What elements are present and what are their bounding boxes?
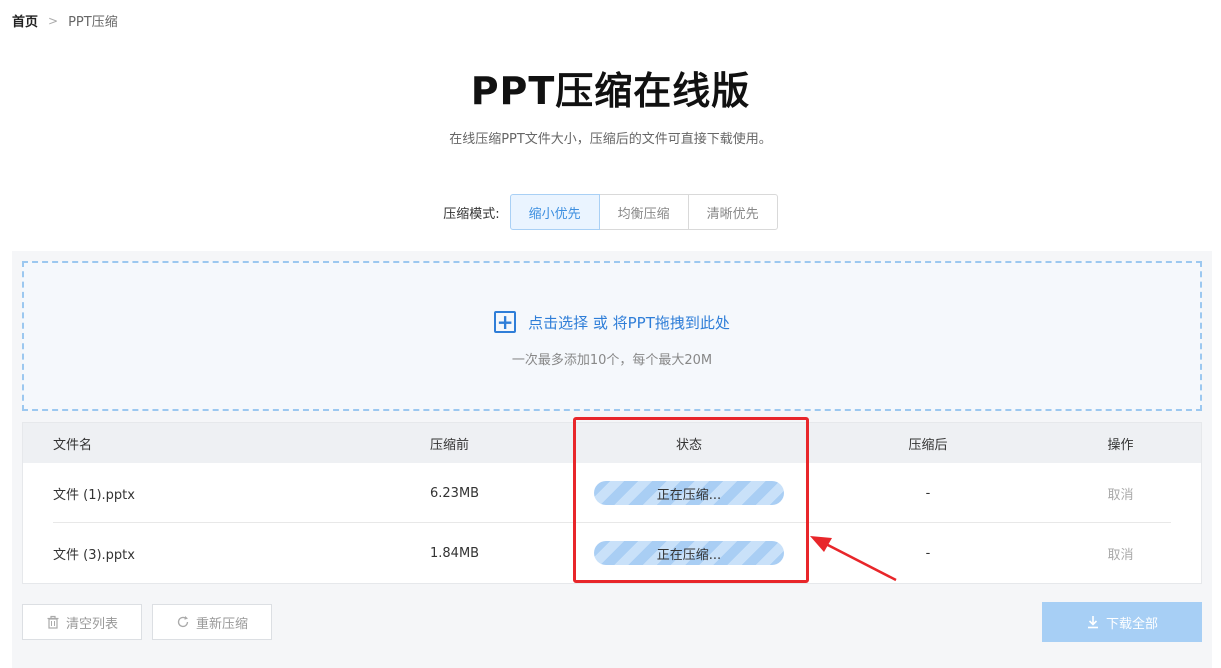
trash-icon [47,615,59,629]
mode-smallest-button[interactable]: 缩小优先 [509,194,600,230]
download-all-button[interactable]: 下载全部 [1042,602,1202,642]
page: 首页 > PPT压缩 PPT压缩在线版 在线压缩PPT文件大小，压缩后的文件可直… [0,0,1221,668]
recompress-button[interactable]: 重新压缩 [152,604,272,640]
refresh-icon [177,616,189,628]
annotation-arrow-icon [810,536,897,582]
clear-list-label: 清空列表 [65,616,118,632]
clear-list-button[interactable]: 清空列表 [22,604,142,640]
download-all-label: 下载全部 [1105,616,1158,632]
recompress-label: 重新压缩 [195,616,248,632]
download-icon [1087,616,1098,629]
